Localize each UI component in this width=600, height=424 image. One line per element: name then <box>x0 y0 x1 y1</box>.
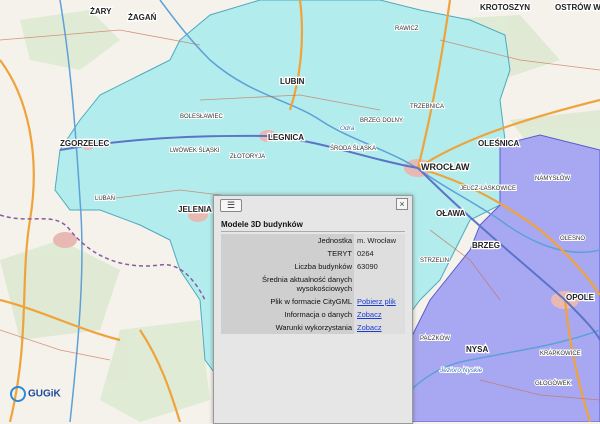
map-label-zgorzelec: ZGORZELEC <box>60 139 110 148</box>
map-label-legnica: LEGNICA <box>268 133 304 142</box>
map-label-strzelin: STRZELIN <box>420 258 449 264</box>
map-label-river-odra: Odra <box>340 125 355 132</box>
map-label-lubin: LUBIN <box>280 77 305 86</box>
list-icon[interactable]: ☰ <box>220 199 242 212</box>
map-label-ostrow: OSTRÓW WIELKOPOLSKI <box>555 3 600 12</box>
map-label-rawicz: RAWICZ <box>395 26 419 32</box>
close-icon[interactable]: × <box>396 198 408 210</box>
map-label-sroda: ŚRODA ŚLĄSKA <box>330 144 376 152</box>
map-label-opole: OPOLE <box>566 293 595 302</box>
map-label-trzebnica: TRZEBNICA <box>410 104 444 110</box>
attribute-table: Jednostka m. Wrocław TERYT 0264 Liczba b… <box>221 234 405 334</box>
row-label: Warunki wykorzystania <box>221 321 354 334</box>
logo-ring-icon <box>10 386 26 402</box>
map-label-boleslawiec: BOLESŁAWIEC <box>180 114 223 120</box>
gugik-logo: GUGiK <box>10 386 61 402</box>
popup-toolbar: ☰ × <box>214 196 412 214</box>
row-label: TERYT <box>221 247 354 260</box>
map-label-olawa: OŁAWA <box>436 209 466 218</box>
map-label-namyslow: NAMYSŁÓW <box>535 175 570 182</box>
row-label: Plik w formacie CityGML <box>221 295 354 308</box>
map-label-luban: LUBAŃ <box>95 195 115 202</box>
map-label-zary: ŻARY <box>90 7 112 16</box>
map-label-brzeg: BRZEG <box>472 241 500 250</box>
table-row: TERYT 0264 <box>221 247 405 260</box>
table-row: Warunki wykorzystania Zobacz <box>221 321 405 334</box>
table-row: Informacja o danych Zobacz <box>221 308 405 321</box>
popup-title: Modele 3D budynków <box>221 220 405 232</box>
row-value: 0264 <box>354 247 405 260</box>
map-label-paczkow: PACZKÓW <box>420 335 450 342</box>
map-label-brzeg-dolny: BRZEG DOLNY <box>360 118 403 124</box>
row-value: 63090 <box>354 260 405 273</box>
map-label-wroclaw: WROCŁAW <box>421 162 470 172</box>
map-label-krotoszyn: KROTOSZYN <box>480 3 530 12</box>
row-value: Zobacz <box>354 321 405 334</box>
download-file-link[interactable]: Pobierz plik <box>357 297 396 306</box>
row-label: Liczba budynków <box>221 260 354 273</box>
row-value: m. Wrocław <box>354 234 405 247</box>
map-label-olesnica: OLEŚNICA <box>478 139 520 148</box>
map-label-lwowek: LWÓWEK ŚLĄSKI <box>170 146 220 154</box>
table-row: Plik w formacie CityGML Pobierz plik <box>221 295 405 308</box>
table-row: Liczba budynków 63090 <box>221 260 405 273</box>
logo-text: GUGiK <box>28 388 61 400</box>
row-label: Jednostka <box>221 234 354 247</box>
map-label-glogowek: GŁOGÓWEK <box>535 380 571 387</box>
table-row: Jednostka m. Wrocław <box>221 234 405 247</box>
row-value <box>354 273 405 295</box>
map-label-nysa: NYSA <box>466 345 488 354</box>
table-row: Średnia aktualność danych wysokościowych <box>221 273 405 295</box>
map-label-jelcz: JELCZ-LASKOWICE <box>460 186 516 192</box>
map-label-zlotoryja: ZŁOTORYJA <box>230 154 265 160</box>
terms-of-use-link[interactable]: Zobacz <box>357 323 382 332</box>
data-info-link[interactable]: Zobacz <box>357 310 382 319</box>
map-label-krapkowice: KRAPKOWICE <box>540 351 581 357</box>
map-label-zagan: ŻAGAŃ <box>128 13 157 22</box>
info-popup[interactable]: ☰ × Modele 3D budynków Jednostka m. Wroc… <box>213 195 413 424</box>
row-label: Średnia aktualność danych wysokościowych <box>221 273 354 295</box>
row-value: Zobacz <box>354 308 405 321</box>
row-label: Informacja o danych <box>221 308 354 321</box>
map-label-jezioro-nyskie: Jezioro Nyskie <box>439 367 483 374</box>
map-label-olesno: OLESNO <box>560 236 585 242</box>
row-value: Pobierz plik <box>354 295 405 308</box>
